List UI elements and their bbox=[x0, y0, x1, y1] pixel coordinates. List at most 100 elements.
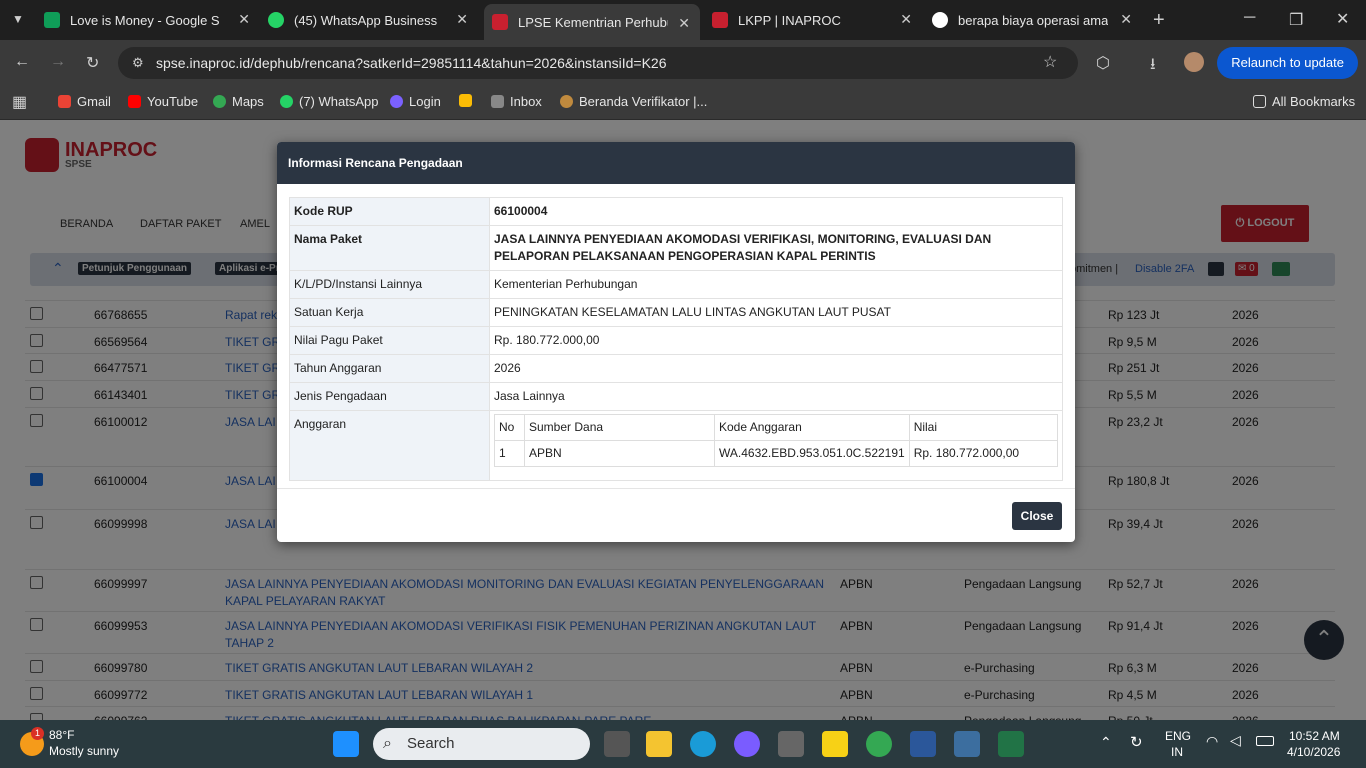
close-tab-icon[interactable]: ✕ bbox=[238, 11, 250, 28]
browser-tab[interactable]: LKPP | INAPROC ✕ bbox=[712, 0, 922, 40]
chevron-up-icon[interactable]: ⌃ bbox=[1100, 734, 1112, 751]
whatsapp-icon bbox=[280, 95, 293, 108]
bookmark-star-icon[interactable]: ☆ bbox=[1043, 47, 1057, 79]
anggaran-table: No Sumber Dana Kode Anggaran Nilai 1 APBN WA.4… bbox=[494, 414, 1059, 467]
info-label: Jenis Pengadaan bbox=[289, 382, 490, 411]
anggaran-cell: WA.4632.EBD.953.051.0C.522191 bbox=[714, 440, 910, 467]
whatsapp-favicon-icon bbox=[268, 12, 284, 28]
url-bar[interactable]: ⚙ spse.inaproc.id/dephub/rencana?satkerI… bbox=[118, 47, 1078, 79]
download-icon[interactable]: ⭳ bbox=[1150, 53, 1156, 80]
restore-icon[interactable]: ❐ bbox=[1289, 10, 1303, 30]
browser-tab-active[interactable]: LPSE Kementrian Perhubung✕ bbox=[484, 4, 700, 40]
bookmark-verifikator[interactable]: Beranda Verifikator |... bbox=[560, 94, 707, 109]
calculator-icon[interactable] bbox=[954, 731, 980, 757]
back-icon[interactable]: ← bbox=[14, 53, 30, 71]
close-tab-icon[interactable]: ✕ bbox=[456, 11, 468, 28]
globe-icon bbox=[560, 95, 573, 108]
sync-icon[interactable]: ↻ bbox=[1130, 733, 1143, 751]
info-label: Nama Paket bbox=[289, 225, 490, 271]
copilot-icon[interactable] bbox=[734, 731, 760, 757]
bookmark-gmail[interactable]: Gmail bbox=[58, 94, 111, 109]
region-text[interactable]: IN bbox=[1171, 745, 1183, 759]
browser-tab[interactable]: (45) WhatsApp Business ✕ bbox=[268, 0, 478, 40]
anggaran-row: 1 APBN WA.4632.EBD.953.051.0C.522191 Rp. 18… bbox=[494, 440, 1059, 467]
browser-tab-strip: ▼ Love is Money - Google Spre✕ (45) What… bbox=[0, 0, 1366, 40]
modal-footer: Close bbox=[277, 488, 1075, 542]
info-row: Kode RUP 66100004 bbox=[289, 197, 1063, 226]
sticky-notes-icon[interactable] bbox=[822, 731, 848, 757]
bookmarks-bar: ▦ Gmail YouTube Maps (7) WhatsApp Login … bbox=[0, 86, 1366, 120]
info-table: Kode RUP 66100004 Nama Paket JASA LAINNYA P… bbox=[289, 197, 1063, 481]
inaproc-favicon-icon bbox=[712, 12, 728, 28]
bookmark-photos[interactable] bbox=[459, 94, 478, 107]
bookmark-youtube[interactable]: YouTube bbox=[128, 94, 198, 109]
anggaran-header: Sumber Dana bbox=[524, 414, 715, 441]
excel-icon[interactable] bbox=[998, 731, 1024, 757]
folder-icon bbox=[1253, 95, 1266, 108]
bookmark-whatsapp[interactable]: (7) WhatsApp bbox=[280, 94, 378, 109]
weather-badge: 1 bbox=[31, 727, 44, 740]
google-favicon-icon bbox=[932, 12, 948, 28]
minimize-icon[interactable]: ─ bbox=[1244, 9, 1255, 27]
info-value: PENINGKATAN KESELAMATAN LALU LINTAS ANGK… bbox=[489, 298, 1063, 327]
new-tab-icon[interactable]: + bbox=[1153, 9, 1165, 32]
profile-avatar-icon[interactable] bbox=[1184, 52, 1204, 72]
lpse-favicon-icon bbox=[492, 14, 508, 30]
info-label: Anggaran bbox=[289, 410, 490, 481]
apps-grid-icon[interactable]: ▦ bbox=[12, 92, 27, 112]
site-info-icon[interactable]: ⚙ bbox=[132, 47, 144, 79]
camera-icon[interactable] bbox=[778, 731, 804, 757]
lang-text[interactable]: ENG bbox=[1165, 729, 1191, 743]
edge-icon[interactable] bbox=[690, 731, 716, 757]
chrome-icon[interactable] bbox=[866, 731, 892, 757]
close-tab-icon[interactable]: ✕ bbox=[678, 15, 690, 32]
youtube-icon bbox=[128, 95, 141, 108]
anggaran-header: Kode Anggaran bbox=[714, 414, 910, 441]
start-icon[interactable] bbox=[333, 731, 359, 757]
word-icon[interactable] bbox=[910, 731, 936, 757]
relaunch-button[interactable]: Relaunch to update bbox=[1217, 47, 1358, 79]
tab-search-icon[interactable]: ▼ bbox=[12, 12, 24, 26]
browser-tab[interactable]: berapa biaya operasi amand ✕ bbox=[932, 0, 1142, 40]
taskbar-search[interactable]: ⌕ Search bbox=[373, 728, 590, 760]
info-row: Satuan Kerja PENINGKATAN KESELAMATAN LALU… bbox=[289, 298, 1063, 327]
task-view-icon[interactable] bbox=[604, 731, 630, 757]
clock-date[interactable]: 4/10/2026 bbox=[1287, 745, 1340, 759]
info-row: K/L/PD/Instansi Lainnya Kementerian Perhu… bbox=[289, 270, 1063, 299]
windows-taskbar: 1 88°F Mostly sunny ⌕ Search ⌃ ↻ ENG IN ◠… bbox=[0, 720, 1366, 768]
url-text: spse.inaproc.id/dephub/rencana?satkerId=… bbox=[156, 55, 667, 71]
mail-icon bbox=[491, 95, 504, 108]
clock-time[interactable]: 10:52 AM bbox=[1289, 729, 1340, 743]
anggaran-cell: 1 bbox=[494, 440, 525, 467]
browser-tab[interactable]: Love is Money - Google Spre✕ bbox=[44, 0, 260, 40]
anggaran-header: No bbox=[494, 414, 525, 441]
close-button[interactable]: Close bbox=[1012, 502, 1062, 530]
close-tab-icon[interactable]: ✕ bbox=[1120, 11, 1132, 28]
extensions-icon[interactable]: ⬡ bbox=[1096, 53, 1110, 73]
sheets-favicon-icon bbox=[44, 12, 60, 28]
info-label: Kode RUP bbox=[289, 197, 490, 226]
anggaran-cell: Rp. 180.772.000,00 bbox=[908, 440, 1059, 467]
login-icon bbox=[390, 95, 403, 108]
anggaran-cell: APBN bbox=[524, 440, 715, 467]
bookmark-maps[interactable]: Maps bbox=[213, 94, 264, 109]
reload-icon[interactable]: ↻ bbox=[86, 53, 99, 73]
weather-text[interactable]: Mostly sunny bbox=[49, 744, 119, 758]
info-value: Kementerian Perhubungan bbox=[489, 270, 1063, 299]
bookmark-login[interactable]: Login bbox=[390, 94, 441, 109]
address-toolbar: ← → ↻ ⚙ spse.inaproc.id/dephub/rencana?s… bbox=[0, 40, 1366, 86]
close-tab-icon[interactable]: ✕ bbox=[900, 11, 912, 28]
bookmark-inbox[interactable]: Inbox bbox=[491, 94, 542, 109]
battery-icon[interactable] bbox=[1256, 736, 1274, 746]
wifi-icon[interactable]: ◠ bbox=[1206, 733, 1218, 750]
file-explorer-icon[interactable] bbox=[646, 731, 672, 757]
info-value: 2026 bbox=[489, 354, 1063, 383]
anggaran-header: Nilai bbox=[908, 414, 1059, 441]
info-label: K/L/PD/Instansi Lainnya bbox=[289, 270, 490, 299]
volume-icon[interactable]: ◁ bbox=[1230, 732, 1241, 749]
weather-temp[interactable]: 88°F bbox=[49, 728, 74, 742]
info-modal: Informasi Rencana Pengadaan Kode RUP 6610… bbox=[277, 142, 1075, 542]
close-window-icon[interactable]: ✕ bbox=[1336, 9, 1349, 29]
forward-icon[interactable]: → bbox=[50, 53, 66, 71]
all-bookmarks[interactable]: All Bookmarks bbox=[1253, 94, 1355, 109]
